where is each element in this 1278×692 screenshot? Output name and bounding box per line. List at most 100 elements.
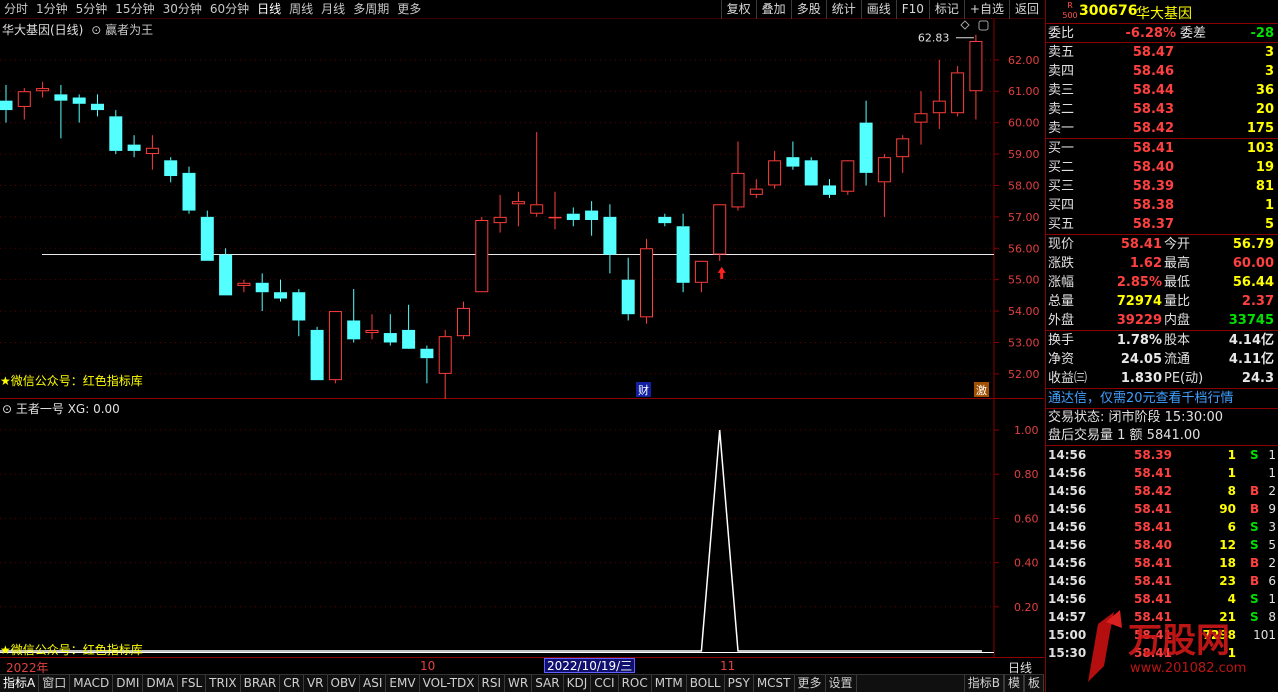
promo-link[interactable]: 通达信，仅需20元查看千档行情 bbox=[1046, 389, 1278, 409]
tab-period-7[interactable]: 周线 bbox=[285, 0, 317, 19]
indicator-tab-cci-18[interactable]: CCI bbox=[591, 675, 619, 692]
tab-period-3[interactable]: 15分钟 bbox=[111, 0, 158, 19]
candle-body-up bbox=[328, 311, 342, 381]
main-chart-area[interactable]: 62.00 61.00 60.00 59.00 58.00 57.00 56.00 55.00… bbox=[0, 19, 1044, 412]
diamond-icon[interactable] bbox=[960, 20, 970, 30]
toolbar-button-3[interactable]: 统计 bbox=[825, 0, 861, 19]
badge-ji[interactable]: 激 bbox=[974, 382, 989, 397]
stat-label: 内盘 bbox=[1164, 313, 1191, 328]
candlestick-chart[interactable]: 62.00 61.00 60.00 59.00 58.00 57.00 56.00 55.00… bbox=[0, 19, 1044, 412]
wechat-label-indicator: ★微信公众号：红色指标库 bbox=[0, 643, 143, 657]
candle bbox=[493, 194, 507, 233]
candle-body-down bbox=[585, 210, 599, 220]
indicator-tab-cr-8[interactable]: CR bbox=[280, 675, 304, 692]
candle bbox=[54, 84, 68, 139]
tab-period-4[interactable]: 30分钟 bbox=[159, 0, 206, 19]
indicator-tab-item-25[interactable]: 设置 bbox=[826, 675, 857, 692]
indicator-tab-fsl-5[interactable]: FSL bbox=[178, 675, 207, 692]
settings-circle-icon[interactable]: ⊙ bbox=[2, 402, 12, 416]
toolbar-button-4[interactable]: 画线 bbox=[860, 0, 896, 19]
indicator-tab-obv-10[interactable]: OBV bbox=[328, 675, 361, 692]
indicator-tab-dma-4[interactable]: DMA bbox=[143, 675, 179, 692]
indicator-chart[interactable]: 1.00 0.80 0.60 0.40 0.20 bbox=[0, 399, 1044, 657]
tab-period-9[interactable]: 多周期 bbox=[349, 0, 393, 19]
tick-price: 58.41 bbox=[1134, 646, 1172, 660]
indicator-tab-roc-19[interactable]: ROC bbox=[619, 675, 652, 692]
stat-value: 56.44 bbox=[1232, 275, 1274, 290]
candle-body-up bbox=[640, 248, 653, 318]
tick-time: 14:56 bbox=[1048, 502, 1087, 516]
stat-value: 72974 bbox=[1116, 294, 1162, 309]
stat-label: 涨幅 bbox=[1048, 275, 1075, 290]
toolbar-button-0[interactable]: 复权 bbox=[720, 0, 756, 19]
toolbar-button-6[interactable]: 标记 bbox=[928, 0, 964, 19]
tick-list[interactable]: 14:56 58.39 1 S 1 14:56 58.41 1 1 14:56 58.42 8 B 2 14… bbox=[1046, 446, 1278, 662]
indicator-tab-vol-tdx-13[interactable]: VOL-TDX bbox=[420, 675, 479, 692]
stat-row: 总量 72974 量比 2.37 bbox=[1046, 292, 1278, 311]
tick-count: 1 bbox=[1268, 448, 1276, 462]
tab-period-0[interactable]: 分时 bbox=[0, 0, 32, 19]
tick-volume: 1 bbox=[1227, 466, 1236, 480]
y-tick-label: 53.00 bbox=[1008, 336, 1040, 349]
ask-row: 卖一 58.42 175 bbox=[1046, 119, 1278, 138]
toolbar-button-2[interactable]: 多股 bbox=[790, 0, 826, 19]
tick-row: 14:56 58.41 23 B 6 bbox=[1046, 572, 1278, 590]
stats-block-a: 现价 58.41 今开 56.79 涨跌 1.62 最高 60.00 涨幅 2.85% 最低 56.4… bbox=[1046, 235, 1278, 331]
window-toggle-icon[interactable] bbox=[978, 20, 989, 31]
y-tick-label: 56.00 bbox=[1008, 242, 1040, 255]
indicator-tab-sar-16[interactable]: SAR bbox=[532, 675, 564, 692]
indicator-tab-dmi-3[interactable]: DMI bbox=[113, 675, 144, 692]
indicator-tab-right-1[interactable]: 模 bbox=[1003, 675, 1024, 692]
tab-period-8[interactable]: 月线 bbox=[317, 0, 349, 19]
candle bbox=[255, 273, 269, 312]
indicator-tab-brar-7[interactable]: BRAR bbox=[241, 675, 281, 692]
indicator-tab-kdj-17[interactable]: KDJ bbox=[564, 675, 592, 692]
indicator-selector[interactable]: ⊙ 赢者为王 bbox=[91, 23, 153, 37]
indicator-pane[interactable]: 1.00 0.80 0.60 0.40 0.20 ★微信公众号：红色指标库 bbox=[0, 399, 1044, 657]
tab-period-6[interactable]: 日线 bbox=[253, 0, 285, 19]
toolbar-button-1[interactable]: 叠加 bbox=[755, 0, 791, 19]
indicator-tab-rsi-14[interactable]: RSI bbox=[479, 675, 506, 692]
tick-volume: 90 bbox=[1219, 502, 1236, 516]
indicator-tab-trix-6[interactable]: TRIX bbox=[206, 675, 241, 692]
ask-list: 卖五 58.47 3 卖四 58.46 3 卖三 58.44 36 卖二 58.43 20 卖一 58.4… bbox=[1046, 43, 1278, 139]
indicator-tab-mcst-23[interactable]: MCST bbox=[754, 675, 795, 692]
toolbar-right-buttons: 复权 叠加 多股 统计 画线 F10 标记 +自选 返回 bbox=[720, 0, 1044, 19]
after-hours-info: 盘后交易量 1 额 5841.00 bbox=[1046, 427, 1278, 446]
tick-side: S bbox=[1250, 448, 1259, 462]
indicator-tab-a-0[interactable]: 指标A bbox=[0, 675, 40, 692]
toolbar-button-5[interactable]: F10 bbox=[895, 0, 929, 19]
badge-cai[interactable]: 财 bbox=[636, 382, 651, 397]
tab-period-5[interactable]: 60分钟 bbox=[206, 0, 253, 19]
indicator-tab-macd-2[interactable]: MACD bbox=[70, 675, 114, 692]
toolbar-button-7[interactable]: +自选 bbox=[963, 0, 1009, 19]
indicator-tab-right-2[interactable]: 板 bbox=[1023, 675, 1044, 692]
indicator-tab-item-24[interactable]: 更多 bbox=[795, 675, 826, 692]
stat-value: 1.62 bbox=[1129, 256, 1162, 271]
tick-time: 14:56 bbox=[1048, 556, 1087, 570]
indicator-tab-vr-9[interactable]: VR bbox=[304, 675, 328, 692]
tab-period-1[interactable]: 1分钟 bbox=[32, 0, 72, 19]
bid-label: 买一 bbox=[1048, 141, 1075, 156]
indicator-tab-asi-11[interactable]: ASI bbox=[360, 675, 387, 692]
indicator-tab-emv-12[interactable]: EMV bbox=[386, 675, 420, 692]
indicator-tab-psy-22[interactable]: PSY bbox=[725, 675, 754, 692]
tab-period-2[interactable]: 5分钟 bbox=[72, 0, 112, 19]
toolbar-button-8[interactable]: 返回 bbox=[1008, 0, 1044, 19]
bid-volume: 1 bbox=[1264, 198, 1274, 213]
indicator-y-tick-label: 0.60 bbox=[1014, 512, 1039, 525]
tick-time: 14:57 bbox=[1048, 610, 1087, 624]
candle bbox=[676, 213, 690, 293]
candle-body-down bbox=[676, 226, 690, 283]
tab-period-10[interactable]: 更多 bbox=[393, 0, 425, 19]
candle bbox=[804, 157, 818, 186]
indicator-tab-wr-15[interactable]: WR bbox=[505, 675, 533, 692]
indicator-tab-mtm-20[interactable]: MTM bbox=[652, 675, 687, 692]
stats-block-b: 换手 1.78% 股本 4.14亿 净资 24.05 流通 4.11亿 收益㈢ 1.830 PE(动… bbox=[1046, 331, 1278, 389]
indicator-tab-right-0[interactable]: 指标B bbox=[963, 675, 1004, 692]
date-month-11: 11 bbox=[720, 659, 736, 673]
indicator-tab-item-1[interactable]: 窗口 bbox=[39, 675, 71, 692]
y-tick-label: 62.00 bbox=[1008, 54, 1040, 67]
indicator-tab-boll-21[interactable]: BOLL bbox=[687, 675, 725, 692]
stat-value: 56.79 bbox=[1232, 237, 1274, 252]
